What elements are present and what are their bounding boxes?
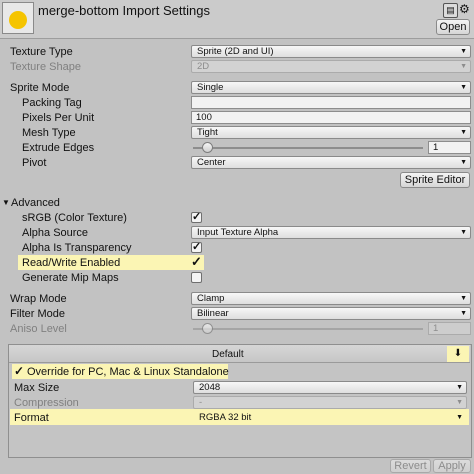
aniso-level-slider-track [193,328,423,330]
wrap-mode-dropdown[interactable]: Clamp ▼ [191,292,471,305]
tab-default[interactable]: Default [212,349,244,360]
texture-shape-dropdown: 2D ▼ [191,60,471,73]
advanced-foldout-label[interactable]: Advanced [11,197,60,209]
max-size-value: 2048 [199,382,221,393]
compression-value: - [199,397,203,408]
dropdown-arrow-icon: ▼ [460,129,467,136]
generate-mip-maps-label: Generate Mip Maps [22,272,119,284]
compression-dropdown: - ▼ [193,396,467,409]
dropdown-arrow-icon: ▼ [456,384,463,391]
mesh-type-label: Mesh Type [22,127,76,139]
window-title: merge-bottom Import Settings [38,3,210,18]
texture-thumbnail [2,2,34,34]
apply-button[interactable]: Apply [433,459,471,473]
format-value: RGBA 32 bit [199,412,252,423]
alpha-source-value: Input Texture Alpha [197,227,279,238]
dropdown-arrow-icon: ▼ [456,414,463,421]
format-label: Format [14,412,49,424]
texture-shape-value: 2D [197,61,210,72]
extrude-edges-label: Extrude Edges [22,142,95,154]
dropdown-arrow-icon: ▼ [460,229,467,236]
alpha-source-label: Alpha Source [22,227,89,239]
dropdown-arrow-icon: ▼ [460,63,467,70]
foldout-arrow-icon[interactable]: ▼ [2,198,10,207]
thumbnail-circle [9,11,27,29]
dropdown-arrow-icon: ▼ [456,399,463,406]
pivot-label: Pivot [22,157,47,169]
checkmark-icon: ✓ [14,364,25,378]
open-button[interactable]: Open [436,19,470,35]
pivot-dropdown[interactable]: Center ▼ [191,156,471,169]
pivot-value: Center [197,157,226,168]
max-size-dropdown[interactable]: 2048 ▼ [193,381,467,394]
dropdown-arrow-icon: ▼ [460,48,467,55]
mesh-type-value: Tight [197,127,218,138]
filter-mode-label: Filter Mode [10,308,66,320]
dropdown-arrow-icon: ▼ [460,159,467,166]
read-write-label: Read/Write Enabled [22,257,121,269]
texture-type-dropdown[interactable]: Sprite (2D and UI) ▼ [191,45,471,58]
generate-mip-maps-checkbox[interactable] [191,272,202,283]
checkmark-icon: ✓ [192,211,202,223]
sprite-editor-button[interactable]: Sprite Editor [400,172,470,188]
revert-button[interactable]: Revert [390,459,431,473]
aniso-level-input: 1 [428,322,471,335]
checkmark-icon: ✓ [191,254,202,269]
pixels-per-unit-input[interactable]: 100 [191,111,471,124]
sprite-mode-value: Single [197,82,224,93]
dropdown-arrow-icon: ▼ [460,84,467,91]
sprite-mode-label: Sprite Mode [10,82,70,94]
packing-tag-input[interactable] [191,96,471,109]
extrude-edges-input[interactable]: 1 [428,141,471,154]
srgb-checkbox[interactable]: ✓ [191,212,202,223]
read-write-checkbox[interactable]: ✓ [191,254,202,269]
mesh-type-dropdown[interactable]: Tight ▼ [191,126,471,139]
format-dropdown[interactable]: RGBA 32 bit ▼ [193,411,467,424]
max-size-label: Max Size [14,382,60,394]
download-arrow-icon[interactable]: ⬇ [447,346,469,362]
dropdown-arrow-icon: ▼ [460,295,467,302]
packing-tag-label: Packing Tag [22,97,82,109]
wrap-mode-label: Wrap Mode [10,293,67,305]
aniso-level-label: Aniso Level [10,323,67,335]
override-label: Override for PC, Mac & Linux Standalone [27,366,229,378]
gear-icon[interactable]: ⚙ [459,2,470,16]
srgb-label: sRGB (Color Texture) [22,212,127,224]
extrude-edges-slider-track[interactable] [193,147,423,149]
compression-label: Compression [14,397,79,409]
aniso-level-slider-handle [202,323,213,334]
extrude-edges-slider-handle[interactable] [202,142,213,153]
texture-shape-label: Texture Shape [10,61,81,73]
alpha-is-transparency-checkbox[interactable]: ✓ [191,242,202,253]
checkmark-icon: ✓ [192,241,202,253]
pixels-per-unit-label: Pixels Per Unit [22,112,95,124]
override-checkbox[interactable]: ✓ [14,364,24,378]
alpha-is-transparency-label: Alpha Is Transparency [22,242,132,254]
book-icon[interactable]: ▤ [443,3,458,18]
filter-mode-value: Bilinear [197,308,229,319]
filter-mode-dropdown[interactable]: Bilinear ▼ [191,307,471,320]
texture-type-value: Sprite (2D and UI) [197,46,274,57]
alpha-source-dropdown[interactable]: Input Texture Alpha ▼ [191,226,471,239]
dropdown-arrow-icon: ▼ [460,310,467,317]
sprite-mode-dropdown[interactable]: Single ▼ [191,81,471,94]
texture-type-label: Texture Type [10,46,73,58]
wrap-mode-value: Clamp [197,293,225,304]
